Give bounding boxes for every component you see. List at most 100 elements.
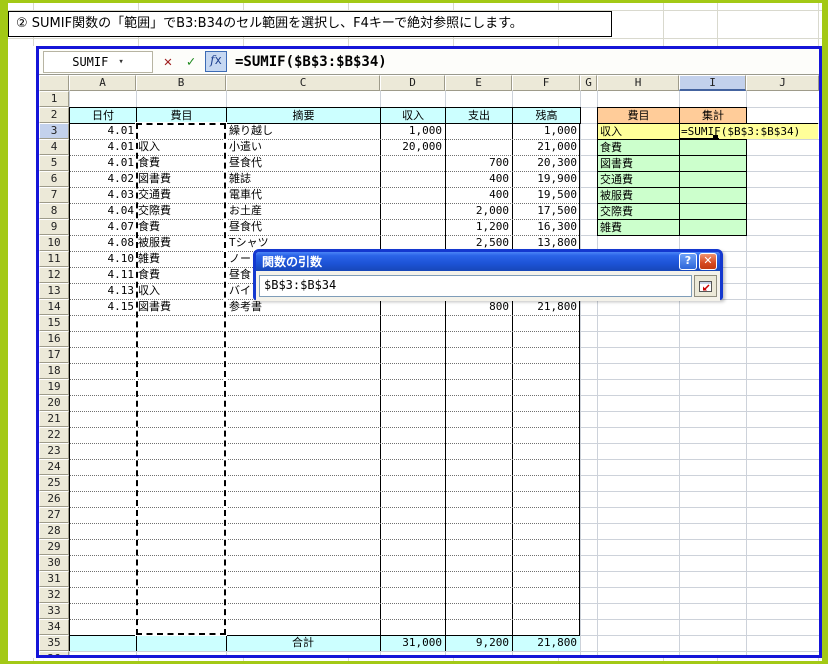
row-header-1[interactable]: 1 [39, 91, 69, 107]
row-header-28[interactable]: 28 [39, 523, 69, 539]
cell-E7[interactable]: 400 [445, 187, 509, 203]
cell-D2[interactable]: 収入 [380, 107, 446, 124]
column-header-I[interactable]: I [679, 75, 746, 91]
cell-E6[interactable]: 400 [445, 171, 509, 187]
collapse-dialog-icon[interactable] [694, 275, 717, 297]
cell-C9[interactable]: 昼食代 [229, 219, 380, 235]
cell-I5[interactable] [679, 155, 747, 172]
row-header-4[interactable]: 4 [39, 139, 69, 155]
cell-F3[interactable]: 1,000 [512, 123, 577, 139]
row-header-3[interactable]: 3 [39, 123, 69, 139]
row-header-30[interactable]: 30 [39, 555, 69, 571]
cell-A6[interactable]: 4.02 [69, 171, 134, 187]
column-header-J[interactable]: J [746, 75, 819, 91]
cell-A13[interactable]: 4.13 [69, 283, 134, 299]
cell-A10[interactable]: 4.08 [69, 235, 134, 251]
row-header-29[interactable]: 29 [39, 539, 69, 555]
cell-A4[interactable]: 4.01 [69, 139, 134, 155]
cell-I8[interactable] [679, 203, 747, 220]
row-header-31[interactable]: 31 [39, 571, 69, 587]
selection-marching-ants[interactable] [136, 123, 226, 635]
cell-C6[interactable]: 雑誌 [229, 171, 380, 187]
cell-H6[interactable]: 交通費 [597, 171, 680, 188]
row-header-35[interactable]: 35 [39, 635, 69, 651]
row-header-20[interactable]: 20 [39, 395, 69, 411]
row-header-18[interactable]: 18 [39, 363, 69, 379]
cell-C2[interactable]: 摘要 [226, 107, 381, 124]
row-header-15[interactable]: 15 [39, 315, 69, 331]
cell-I9[interactable] [679, 219, 747, 236]
row-header-26[interactable]: 26 [39, 491, 69, 507]
row-header-22[interactable]: 22 [39, 427, 69, 443]
select-all-corner[interactable] [39, 75, 69, 91]
cell-H3[interactable]: 収入 [597, 123, 680, 140]
row-header-9[interactable]: 9 [39, 219, 69, 235]
cell-F7[interactable]: 19,500 [512, 187, 577, 203]
cell-C35[interactable]: 合計 [226, 635, 380, 651]
cell-A8[interactable]: 4.04 [69, 203, 134, 219]
active-cell-formula[interactable]: =SUMIF($B$3:$B$34) [679, 123, 818, 139]
cell-H8[interactable]: 交際費 [597, 203, 680, 220]
cell-I2[interactable]: 集計 [679, 107, 747, 124]
row-header-16[interactable]: 16 [39, 331, 69, 347]
cell-F35[interactable]: 21,800 [512, 635, 577, 651]
cell-H9[interactable]: 雑費 [597, 219, 680, 236]
row-header-23[interactable]: 23 [39, 443, 69, 459]
cell-D35[interactable]: 31,000 [380, 635, 442, 651]
cell-A14[interactable]: 4.15 [69, 299, 134, 315]
cell-H5[interactable]: 図書費 [597, 155, 680, 172]
cell-F14[interactable]: 21,800 [512, 299, 577, 315]
row-header-10[interactable]: 10 [39, 235, 69, 251]
cell-A11[interactable]: 4.10 [69, 251, 134, 267]
dialog-titlebar[interactable]: 関数の引数 ? ✕ [256, 252, 720, 271]
cell-A7[interactable]: 4.03 [69, 187, 134, 203]
cell-F6[interactable]: 19,900 [512, 171, 577, 187]
help-icon[interactable]: ? [679, 253, 697, 270]
formula-bar-input[interactable]: =SUMIF($B$3:$B$34) [235, 54, 387, 70]
column-header-H[interactable]: H [597, 75, 679, 91]
name-box[interactable]: SUMIF ▾ [43, 51, 153, 73]
row-header-6[interactable]: 6 [39, 171, 69, 187]
cell-C3[interactable]: 繰り越し [229, 123, 380, 139]
close-icon[interactable]: ✕ [699, 253, 717, 270]
row-header-34[interactable]: 34 [39, 619, 69, 635]
cell-A2[interactable]: 日付 [69, 107, 137, 124]
row-header-8[interactable]: 8 [39, 203, 69, 219]
cell-A3[interactable]: 4.01 [69, 123, 134, 139]
column-header-G[interactable]: G [580, 75, 597, 91]
column-header-A[interactable]: A [69, 75, 136, 91]
row-header-25[interactable]: 25 [39, 475, 69, 491]
row-header-17[interactable]: 17 [39, 347, 69, 363]
cell-A12[interactable]: 4.11 [69, 267, 134, 283]
row-header-36[interactable]: 36 [39, 651, 69, 655]
cell-I6[interactable] [679, 171, 747, 188]
cell-C5[interactable]: 昼食代 [229, 155, 380, 171]
cell-C8[interactable]: お土産 [229, 203, 380, 219]
cell-E8[interactable]: 2,000 [445, 203, 509, 219]
column-header-C[interactable]: C [226, 75, 380, 91]
cell-D3[interactable]: 1,000 [380, 123, 442, 139]
column-header-E[interactable]: E [445, 75, 512, 91]
cell-C4[interactable]: 小遣い [229, 139, 380, 155]
row-header-5[interactable]: 5 [39, 155, 69, 171]
cell-F8[interactable]: 17,500 [512, 203, 577, 219]
column-header-D[interactable]: D [380, 75, 445, 91]
insert-function-icon[interactable]: fx [205, 51, 227, 72]
row-header-13[interactable]: 13 [39, 283, 69, 299]
cell-D4[interactable]: 20,000 [380, 139, 442, 155]
row-header-2[interactable]: 2 [39, 107, 69, 123]
row-header-32[interactable]: 32 [39, 587, 69, 603]
cell-F9[interactable]: 16,300 [512, 219, 577, 235]
cell-E5[interactable]: 700 [445, 155, 509, 171]
cell-F5[interactable]: 20,300 [512, 155, 577, 171]
cell-I4[interactable] [679, 139, 747, 156]
fill-handle[interactable] [713, 135, 718, 140]
cell-C7[interactable]: 電車代 [229, 187, 380, 203]
cell-A9[interactable]: 4.07 [69, 219, 134, 235]
row-header-7[interactable]: 7 [39, 187, 69, 203]
cell-A5[interactable]: 4.01 [69, 155, 134, 171]
chevron-down-icon[interactable]: ▾ [118, 57, 123, 67]
row-header-19[interactable]: 19 [39, 379, 69, 395]
cell-E9[interactable]: 1,200 [445, 219, 509, 235]
cell-H7[interactable]: 被服費 [597, 187, 680, 204]
